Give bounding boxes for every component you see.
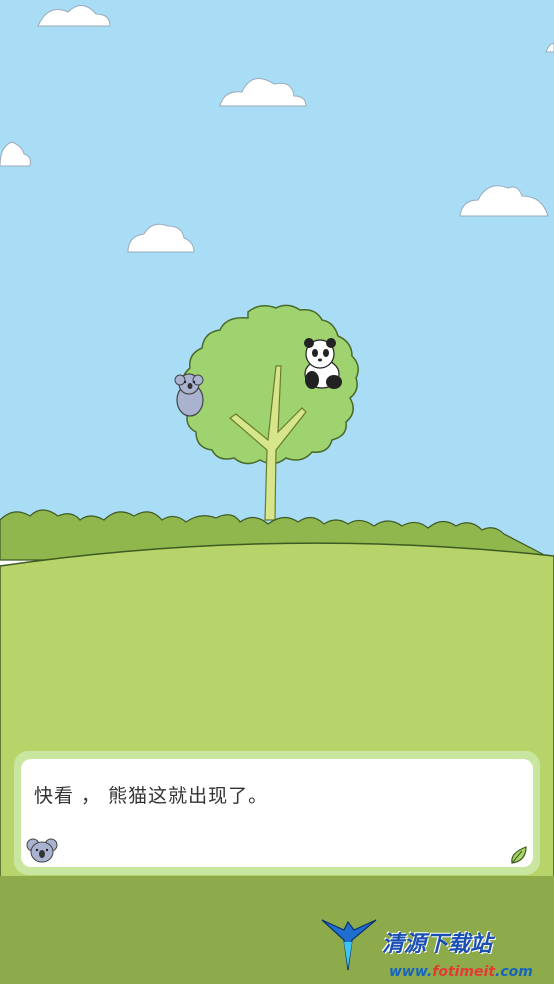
watermark-url: www.fotimeit.com (389, 964, 533, 980)
dialog-text: 快看 ， 熊猫这就出现了。 (34, 785, 269, 807)
watermark-title: 清源下载站 (382, 932, 493, 957)
koala-face-icon (26, 838, 58, 863)
leaf-icon[interactable] (508, 844, 530, 866)
dialog-box[interactable]: 快看 ， 熊猫这就出现了。 (14, 751, 540, 875)
dialog-panel: 快看 ， 熊猫这就出现了。 (21, 759, 533, 867)
koala-character[interactable] (174, 373, 204, 417)
watermark-logo-icon (321, 919, 377, 971)
